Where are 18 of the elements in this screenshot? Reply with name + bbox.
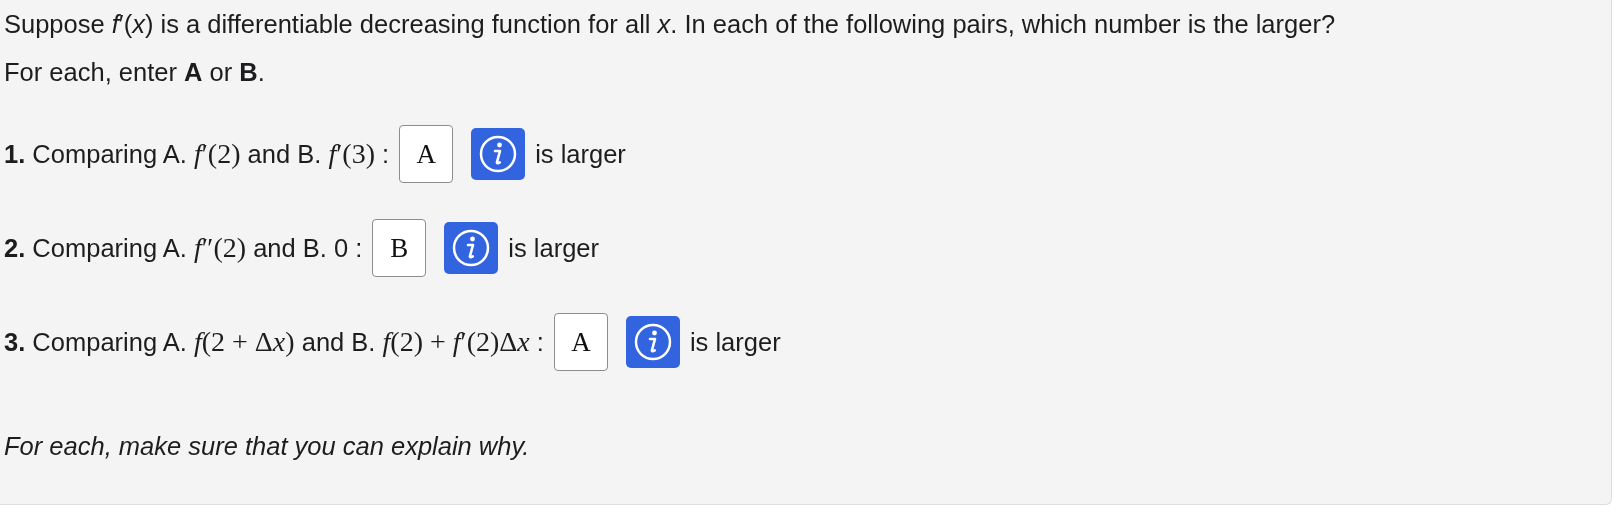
instruction-text: For each, enter A or B. xyxy=(4,57,266,88)
info-button[interactable] xyxy=(444,222,499,274)
info-icon xyxy=(451,228,492,268)
question-text: 1. Comparing A. f′(2) and B. f′(3) : xyxy=(4,137,390,171)
info-icon xyxy=(632,322,673,362)
answer-field[interactable]: A xyxy=(399,125,454,183)
question-text: 3. Comparing A. f(2 + Δx) and B. f(2) + f′(2)Δx : xyxy=(4,325,544,359)
answer-field[interactable]: A xyxy=(553,313,608,371)
result-label: is larger xyxy=(508,233,599,264)
info-button[interactable] xyxy=(625,316,680,368)
question-text: 2. Comparing A. f″(2) and B. 0 : xyxy=(4,231,363,265)
result-label: is larger xyxy=(689,327,781,358)
intro-text: Suppose f′(x) is a differentiable decreasing function for all x. In each of the following pairs, which number is the larger? xyxy=(4,9,1337,40)
info-icon xyxy=(478,134,519,174)
info-button[interactable] xyxy=(471,128,526,180)
result-label: is larger xyxy=(535,139,626,170)
footer-note: For each, make sure that you can explain why. xyxy=(4,431,531,462)
answer-field[interactable]: B xyxy=(372,219,427,277)
